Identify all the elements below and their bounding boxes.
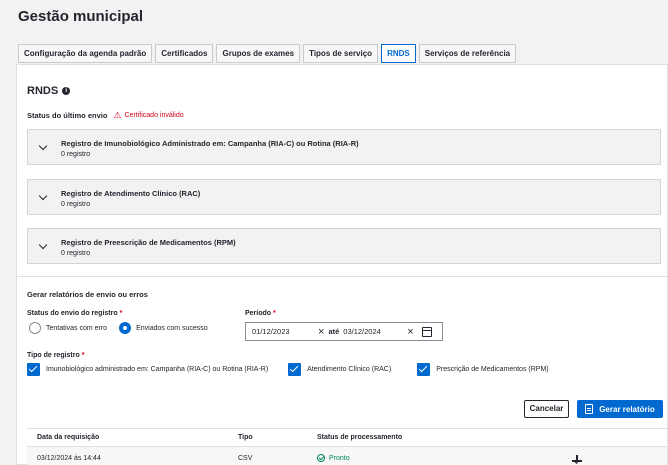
chevron-down-icon: [38, 141, 48, 151]
checkbox-label: Atendimento Clínico (RAC): [307, 366, 392, 373]
period-label: Período *: [245, 310, 276, 317]
tab-tipos-servico[interactable]: Tipos de serviço: [303, 44, 379, 63]
accordion-ria[interactable]: Registro de Imunobiológico Administrado …: [27, 129, 661, 165]
type-label: Tipo de registro *: [27, 352, 85, 359]
period-input[interactable]: 01/12/2023 × até 03/12/2024 ×: [245, 322, 443, 341]
accordion-subtitle: 0 registro: [61, 201, 91, 208]
date-separator: até: [328, 327, 340, 336]
section-title: RNDS i: [27, 85, 71, 97]
check-circle-icon: [317, 454, 325, 462]
document-icon: [585, 404, 594, 414]
generate-label: Gerar relatório: [599, 404, 655, 414]
tab-servicos-referencia[interactable]: Serviços de referência: [418, 44, 517, 63]
chevron-down-icon: [38, 240, 48, 250]
required-mark: *: [81, 352, 85, 359]
radio-enviados-sucesso[interactable]: [119, 322, 132, 334]
date-from-input[interactable]: 01/12/2023: [252, 327, 314, 336]
rnds-panel: RNDS i Status do último envio ⚠ Certific…: [16, 64, 668, 465]
rnds-title: RNDS: [27, 85, 59, 97]
status-radio-group: Tentativas com erro Enviados com sucesso: [29, 322, 220, 334]
reports-title: Gerar relatórios de envio ou erros: [27, 290, 148, 299]
checkbox-label: Prescrição de Medicamentos (RPM): [436, 366, 549, 373]
tab-rnds[interactable]: RNDS: [381, 44, 416, 63]
accordion-subtitle: 0 registro: [61, 151, 91, 158]
chevron-down-icon: [38, 191, 48, 201]
checkbox-label: Imunobiológico administrado em: Campanha…: [46, 366, 269, 373]
checkbox-rac[interactable]: [288, 363, 302, 376]
table-header: Data da requisição Tipo Status de proces…: [27, 429, 667, 447]
date-to-input[interactable]: 03/12/2024: [343, 327, 403, 336]
radio-tentativas-erro[interactable]: [29, 322, 41, 334]
status-envio-label: Status do envio do registro *: [27, 310, 123, 317]
tab-bar: Configuração da agenda padrão Certificad…: [18, 44, 519, 63]
tab-certificados[interactable]: Certificados: [155, 44, 214, 63]
tab-grupos-exames[interactable]: Grupos de exames: [216, 44, 301, 63]
status-label: Status do último envio: [27, 111, 108, 120]
divider: [17, 276, 667, 277]
calendar-icon[interactable]: [421, 326, 432, 337]
tab-configuracao-agenda[interactable]: Configuração da agenda padrão: [18, 44, 153, 63]
required-mark: *: [273, 310, 276, 317]
accordion-rac[interactable]: Registro de Atendimento Clínico (RAC) 0 …: [27, 179, 661, 215]
radio-label: Tentativas com erro: [46, 324, 108, 332]
info-icon[interactable]: i: [62, 87, 71, 95]
header-status: Status de processamento: [317, 434, 403, 441]
cell-date: 03/12/2024 às 14:44: [37, 454, 101, 462]
clear-icon[interactable]: ×: [407, 326, 413, 338]
required-mark: *: [119, 310, 123, 317]
cell-status: Pronto: [317, 454, 567, 462]
warning-icon: ⚠: [113, 110, 122, 120]
header-date: Data da requisição: [37, 434, 100, 441]
accordion-title: Registro de Preescrição de Medicamentos …: [61, 238, 236, 247]
status-text: Pronto: [329, 454, 350, 462]
cancel-button[interactable]: Cancelar: [524, 400, 569, 418]
status-warning: Certificado inválido: [124, 112, 184, 119]
page-title: Gestão municipal: [18, 8, 144, 25]
checkbox-ria[interactable]: [27, 363, 40, 376]
generate-report-button[interactable]: Gerar relatório: [577, 400, 663, 418]
accordion-title: Registro de Atendimento Clínico (RAC): [61, 189, 201, 198]
last-send-status: Status do último envio ⚠ Certificado inv…: [27, 110, 184, 121]
requests-table: Data da requisição Tipo Status de proces…: [27, 428, 667, 465]
checkbox-rpm[interactable]: [417, 363, 431, 376]
cell-type: CSV: [238, 454, 253, 462]
accordion-title: Registro de Imunobiológico Administrado …: [61, 139, 359, 148]
accordion-subtitle: 0 registro: [61, 250, 91, 257]
accordion-rpm[interactable]: Registro de Preescrição de Medicamentos …: [27, 228, 661, 264]
radio-label: Enviados com sucesso: [136, 324, 208, 332]
clear-icon[interactable]: ×: [318, 326, 324, 338]
table-row: 03/12/2024 às 14:44 CSV Pronto: [27, 447, 667, 465]
type-checkbox-group: Imunobiológico administrado em: Campanha…: [27, 363, 549, 376]
header-type: Tipo: [238, 434, 253, 441]
